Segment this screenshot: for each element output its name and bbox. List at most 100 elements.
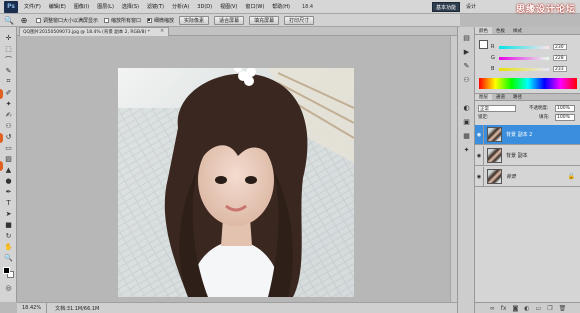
brush-panel-icon[interactable]: ✎ xyxy=(461,61,472,71)
zoom-tool-icon[interactable]: 🔍 xyxy=(3,253,14,262)
blue-slider[interactable]: B 233 xyxy=(491,65,577,73)
menu-file[interactable]: 文件(F) xyxy=(24,3,41,10)
layers-panel-icon[interactable]: ▦ xyxy=(461,131,472,141)
green-slider[interactable]: G 228 xyxy=(491,54,577,62)
clone-stamp-tool-icon[interactable]: ⚇ xyxy=(3,121,14,130)
zoom-in-icon[interactable]: ⊕ xyxy=(18,15,30,25)
tab-channels[interactable]: 通道 xyxy=(492,94,509,100)
clone-source-panel-icon[interactable]: ⚇ xyxy=(461,75,472,85)
blur-tool-icon[interactable]: ▲ xyxy=(3,165,14,174)
menu-3d[interactable]: 3D(D) xyxy=(197,4,212,10)
layer-style-icon[interactable]: fx xyxy=(501,305,507,312)
close-document-icon[interactable]: × xyxy=(160,28,164,34)
delete-layer-icon[interactable]: 🗑 xyxy=(559,305,567,312)
menu-help[interactable]: 帮助(H) xyxy=(272,3,290,10)
lasso-tool-icon[interactable]: ⌒ xyxy=(3,55,14,64)
menu-window[interactable]: 窗口(W) xyxy=(245,3,264,10)
tab-color[interactable]: 颜色 xyxy=(475,27,492,34)
checkbox-box xyxy=(36,17,41,23)
color-panel-swatch[interactable] xyxy=(479,40,488,49)
canvas-area[interactable] xyxy=(17,36,457,302)
photo-canvas[interactable] xyxy=(118,68,354,297)
brush-tool-icon[interactable]: ✍ xyxy=(3,110,14,119)
menu-select[interactable]: 选择(S) xyxy=(122,3,139,10)
menu-filter[interactable]: 滤镜(T) xyxy=(147,3,164,10)
zoom-all-windows-checkbox[interactable]: 缩放所有窗口 xyxy=(104,17,141,24)
history-panel-icon[interactable]: ▤ xyxy=(461,33,472,43)
scrubby-zoom-checkbox[interactable]: 细微缩放 xyxy=(147,17,174,24)
color-spectrum-bar[interactable] xyxy=(479,78,577,89)
slider-value-field[interactable]: 228 xyxy=(553,55,567,61)
layer-row-background-copy-2[interactable]: ◉ 背景 副本 2 xyxy=(475,124,580,145)
dodge-tool-icon[interactable]: ● xyxy=(3,176,14,185)
move-tool-icon[interactable]: ✛ xyxy=(3,33,14,42)
channels-panel-icon[interactable]: ✦ xyxy=(461,145,472,155)
eyedropper-tool-icon[interactable]: ✐ xyxy=(3,88,14,97)
eraser-tool-icon[interactable]: ▭ xyxy=(3,143,14,152)
adjustment-layer-icon[interactable]: ◐ xyxy=(524,305,529,312)
adjustments-panel-icon[interactable]: ◐ xyxy=(461,103,472,113)
marquee-tool-icon[interactable]: ⬚ xyxy=(3,44,14,53)
zoom-tool-icon[interactable]: 🔍 xyxy=(3,15,15,25)
gradient-tool-icon[interactable]: ▨ xyxy=(3,154,14,163)
eye-icon[interactable]: ◉ xyxy=(475,166,484,187)
slider-value-field[interactable]: 230 xyxy=(553,44,567,50)
path-selection-tool-icon[interactable]: ➤ xyxy=(3,209,14,218)
fit-screen-button[interactable]: 适合屏幕 xyxy=(214,15,245,25)
layer-name[interactable]: 背景 xyxy=(506,173,516,180)
fill-field[interactable]: 100% xyxy=(555,114,575,121)
slider-track[interactable] xyxy=(499,56,549,60)
3d-rotate-tool-icon[interactable]: ↻ xyxy=(3,231,14,240)
layer-name[interactable]: 背景 副本 xyxy=(506,152,528,159)
actions-panel-icon[interactable]: ▶ xyxy=(461,47,472,57)
add-mask-icon[interactable]: ◙ xyxy=(512,305,518,312)
opacity-field[interactable]: 100% xyxy=(555,105,575,112)
print-size-button[interactable]: 打印尺寸 xyxy=(284,15,315,25)
crop-tool-icon[interactable]: ⌗ xyxy=(3,77,14,86)
tab-swatches[interactable]: 色板 xyxy=(492,27,509,34)
healing-brush-tool-icon[interactable]: ✦ xyxy=(3,99,14,108)
tab-layers[interactable]: 图层 xyxy=(475,94,492,100)
zoom-level-readout[interactable]: 18.4 xyxy=(302,4,313,10)
document-tab[interactable]: QQ图片20150509073.jpg @ 18.4% (背景 副本 2, RG… xyxy=(19,27,169,36)
history-brush-tool-icon[interactable]: ↺ xyxy=(3,132,14,141)
actual-pixels-button[interactable]: 实际像素 xyxy=(179,15,210,25)
tab-paths[interactable]: 路径 xyxy=(509,94,526,100)
blend-mode-select[interactable]: 正常 xyxy=(478,105,516,112)
quick-select-tool-icon[interactable]: ✎ xyxy=(3,66,14,75)
new-group-icon[interactable]: ▭ xyxy=(536,305,542,312)
menu-layer[interactable]: 图层(L) xyxy=(97,3,114,10)
menu-image[interactable]: 图像(I) xyxy=(74,3,89,10)
slider-value-field[interactable]: 233 xyxy=(553,66,567,72)
foreground-color-swatch[interactable] xyxy=(3,267,10,274)
menu-edit[interactable]: 编辑(E) xyxy=(49,3,66,10)
slider-track[interactable] xyxy=(499,45,549,49)
layer-row-background-copy[interactable]: ◉ 背景 副本 xyxy=(475,145,580,166)
workspace-design-link[interactable]: 设计 xyxy=(466,3,476,10)
color-panel: R 230 G 228 B 233 xyxy=(475,35,580,93)
menu-analysis[interactable]: 分析(A) xyxy=(172,3,189,10)
eye-icon[interactable]: ◉ xyxy=(475,124,484,145)
vertical-scrollbar[interactable] xyxy=(450,36,457,302)
link-layers-icon[interactable]: ∞ xyxy=(490,305,495,312)
tab-styles[interactable]: 样式 xyxy=(509,27,526,34)
hand-tool-icon[interactable]: ✋ xyxy=(3,242,14,251)
red-slider[interactable]: R 230 xyxy=(491,43,577,51)
workspace-essentials-button[interactable]: 基本功能 xyxy=(432,2,461,12)
quick-mask-icon[interactable]: ◎ xyxy=(3,283,14,292)
type-tool-icon[interactable]: T xyxy=(3,198,14,207)
eye-icon[interactable]: ◉ xyxy=(475,145,484,166)
fill-screen-button[interactable]: 填充屏幕 xyxy=(249,15,280,25)
resize-window-checkbox[interactable]: 调整窗口大小以满屏显示 xyxy=(36,17,98,24)
slider-track[interactable] xyxy=(499,67,549,71)
document-size-info: 文档:31.1M/66.1M xyxy=(55,305,100,312)
shape-tool-icon[interactable]: ■ xyxy=(3,220,14,229)
masks-panel-icon[interactable]: ▣ xyxy=(461,117,472,127)
tool-options-bar: 🔍 ⊕ 调整窗口大小以满屏显示 缩放所有窗口 细微缩放 实际像素 适合屏幕 填充… xyxy=(0,14,460,27)
menu-view[interactable]: 视图(V) xyxy=(220,3,237,10)
layer-name[interactable]: 背景 副本 2 xyxy=(506,131,532,138)
layer-row-background[interactable]: ◉ 背景 🔒 xyxy=(475,166,580,187)
new-layer-icon[interactable]: ❐ xyxy=(547,305,552,312)
pen-tool-icon[interactable]: ✒ xyxy=(3,187,14,196)
status-zoom[interactable]: 18.42% xyxy=(17,303,48,313)
